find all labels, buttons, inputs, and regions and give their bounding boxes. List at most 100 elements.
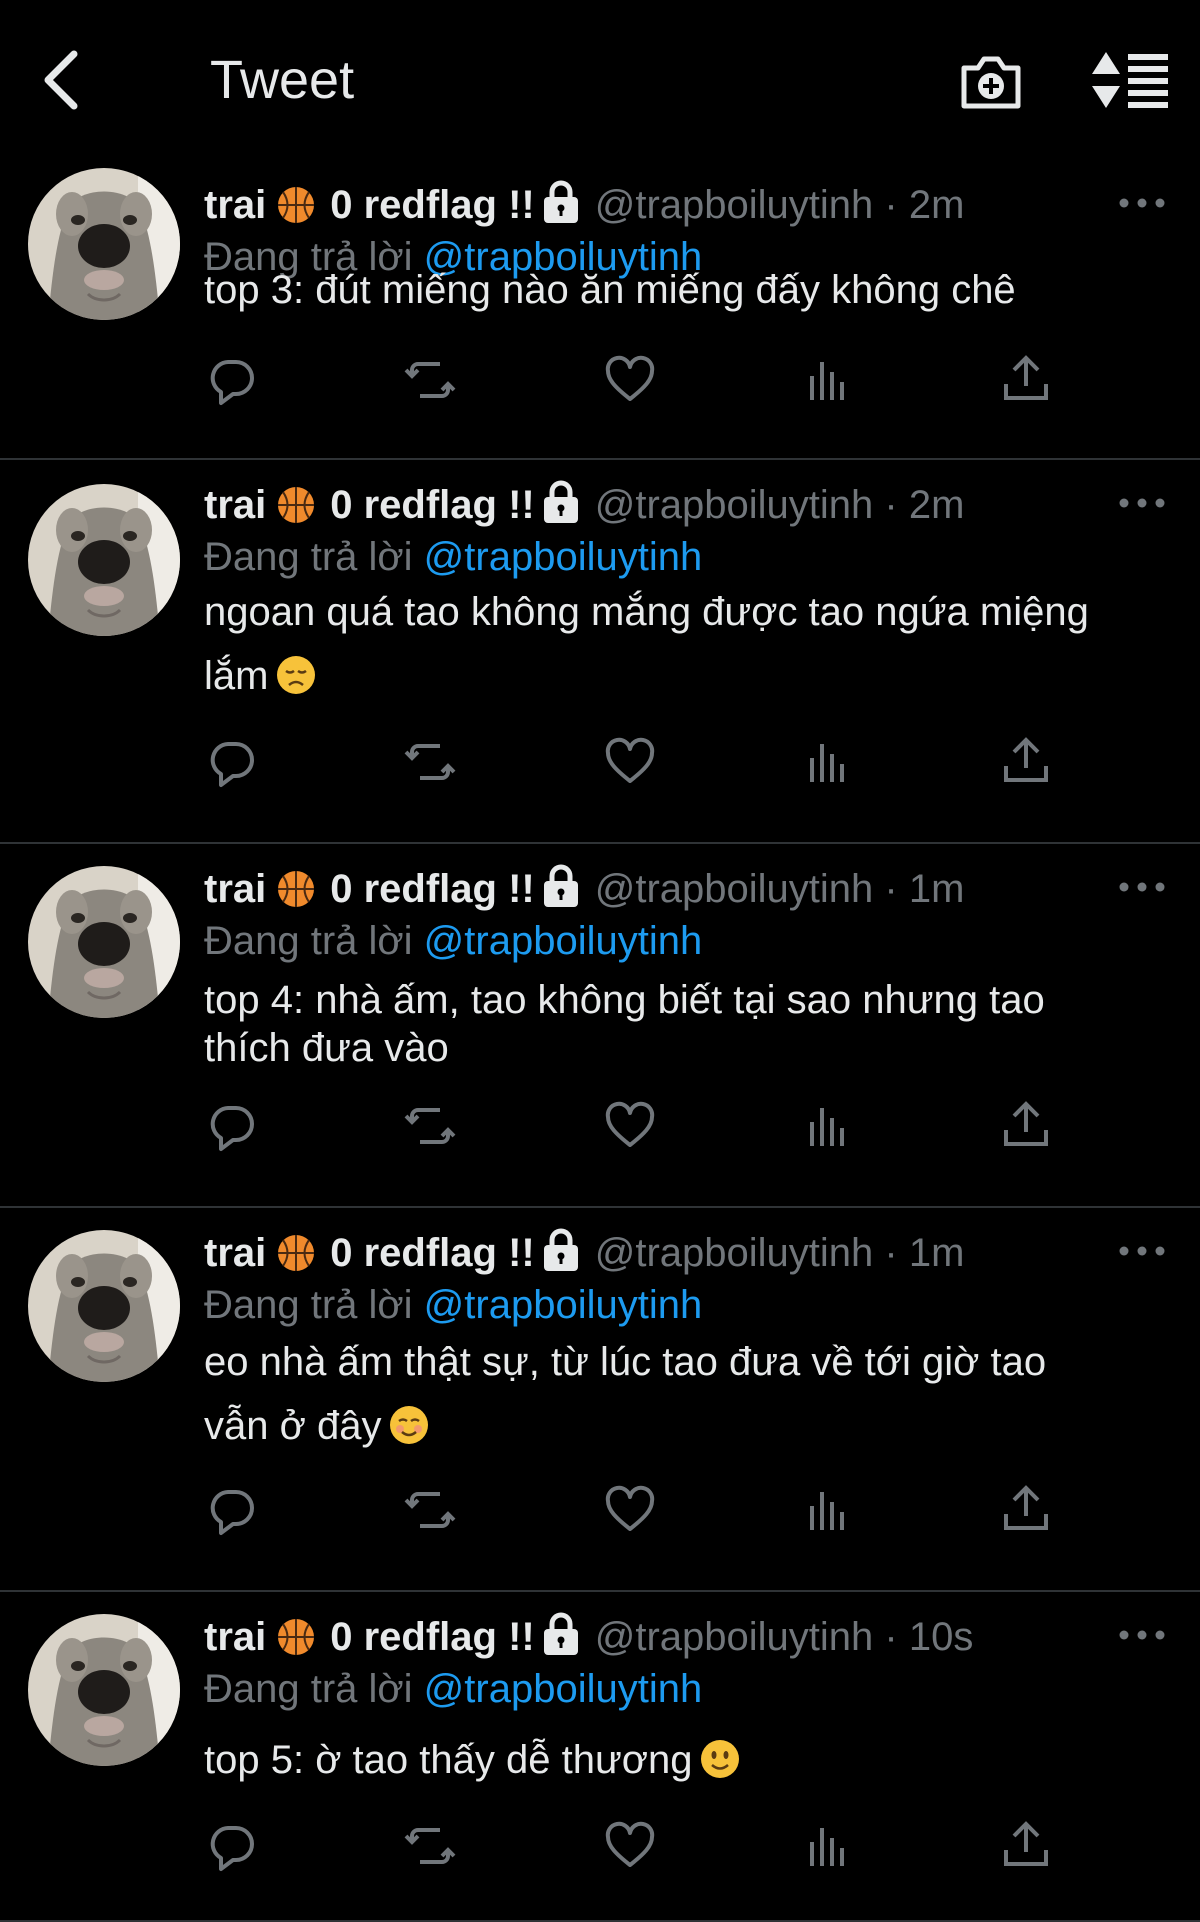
replying-to-mention[interactable]: @trapboiluytinh bbox=[424, 919, 703, 963]
reply-icon[interactable] bbox=[204, 1098, 260, 1154]
basketball-icon bbox=[276, 1617, 316, 1657]
avatar[interactable] bbox=[28, 168, 180, 320]
tweet-text-line: top 5: ờ tao thấy dễ thương bbox=[204, 1735, 1164, 1785]
retweet-icon[interactable] bbox=[402, 352, 458, 408]
handle[interactable]: @trapboiluytinh bbox=[595, 183, 874, 227]
display-name-suffix[interactable]: 0 redflag !! bbox=[330, 183, 534, 227]
views-icon[interactable] bbox=[800, 352, 856, 408]
avatar[interactable] bbox=[28, 1230, 180, 1382]
replying-to-mention[interactable]: @trapboiluytinh bbox=[424, 1667, 703, 1711]
like-icon[interactable] bbox=[602, 352, 658, 408]
lock-icon bbox=[541, 480, 581, 524]
timestamp[interactable]: 1m bbox=[909, 867, 965, 911]
timestamp[interactable]: 10s bbox=[909, 1615, 974, 1659]
views-icon[interactable] bbox=[800, 1818, 856, 1874]
tweet-reply[interactable]: trai 0 redflag !! @trapboiluytinh · 2m Đang… bbox=[0, 160, 1200, 460]
more-options-icon[interactable] bbox=[1114, 1620, 1170, 1650]
share-icon[interactable] bbox=[998, 1098, 1054, 1154]
share-icon[interactable] bbox=[998, 1818, 1054, 1874]
display-name[interactable]: trai bbox=[204, 183, 266, 227]
tweet-text: top 5: ờ tao thấy dễ thương bbox=[204, 1738, 693, 1782]
disappointed-face-icon bbox=[276, 655, 316, 695]
retweet-icon[interactable] bbox=[402, 734, 458, 790]
replying-to-label: Đang trả lời bbox=[204, 919, 413, 963]
display-name-suffix[interactable]: 0 redflag !! bbox=[330, 1615, 534, 1659]
like-icon[interactable] bbox=[602, 1098, 658, 1154]
views-icon[interactable] bbox=[800, 734, 856, 790]
timestamp[interactable]: 2m bbox=[909, 483, 965, 527]
like-icon[interactable] bbox=[602, 1482, 658, 1538]
handle[interactable]: @trapboiluytinh bbox=[595, 867, 874, 911]
handle[interactable]: @trapboiluytinh bbox=[595, 1231, 874, 1275]
more-options-icon[interactable] bbox=[1114, 1236, 1170, 1266]
handle[interactable]: @trapboiluytinh bbox=[595, 483, 874, 527]
replying-to: Đang trả lời @trapboiluytinh bbox=[204, 1664, 702, 1714]
avatar[interactable] bbox=[28, 1614, 180, 1766]
slightly-smiling-face-icon bbox=[700, 1739, 740, 1779]
basketball-icon bbox=[276, 869, 316, 909]
separator-dot: · bbox=[873, 1231, 909, 1275]
avatar[interactable] bbox=[28, 866, 180, 1018]
top-bar: Tweet bbox=[0, 0, 1200, 160]
tweet-text-line: top 4: nhà ấm, tao không biết tại sao nh… bbox=[204, 975, 1164, 1025]
lock-icon bbox=[541, 1612, 581, 1656]
tweet-reply[interactable]: trai 0 redflag !! @trapboiluytinh · 10s Đan… bbox=[0, 1592, 1200, 1922]
add-photo-icon[interactable] bbox=[958, 48, 1024, 114]
share-icon[interactable] bbox=[998, 1482, 1054, 1538]
tweet-actions bbox=[204, 1482, 1104, 1542]
like-icon[interactable] bbox=[602, 1818, 658, 1874]
display-name-suffix[interactable]: 0 redflag !! bbox=[330, 483, 534, 527]
tweet-text: thích đưa vào bbox=[204, 1026, 449, 1070]
tweet-actions bbox=[204, 1818, 1104, 1878]
like-icon[interactable] bbox=[602, 734, 658, 790]
tweet-text-line: eo nhà ấm thật sự, từ lúc tao đưa về tới… bbox=[204, 1337, 1164, 1387]
tweet-text-line: top 3: đút miếng nào ăn miếng đấy không … bbox=[204, 265, 1164, 315]
reply-icon[interactable] bbox=[204, 1818, 260, 1874]
reply-icon[interactable] bbox=[204, 734, 260, 790]
tweet-actions bbox=[204, 352, 1104, 412]
tweet-reply[interactable]: trai 0 redflag !! @trapboiluytinh · 1m Đang… bbox=[0, 844, 1200, 1208]
tweet-text-line: thích đưa vào bbox=[204, 1023, 1164, 1073]
basketball-icon bbox=[276, 485, 316, 525]
replying-to-mention[interactable]: @trapboiluytinh bbox=[424, 535, 703, 579]
avatar[interactable] bbox=[28, 484, 180, 636]
replying-to: Đang trả lời @trapboiluytinh bbox=[204, 1280, 702, 1330]
display-name[interactable]: trai bbox=[204, 1615, 266, 1659]
separator-dot: · bbox=[873, 483, 909, 527]
replying-to-mention[interactable]: @trapboiluytinh bbox=[424, 1283, 703, 1327]
more-options-icon[interactable] bbox=[1114, 488, 1170, 518]
display-name[interactable]: trai bbox=[204, 1231, 266, 1275]
share-icon[interactable] bbox=[998, 734, 1054, 790]
tweet-reply[interactable]: trai 0 redflag !! @trapboiluytinh · 1m Đang… bbox=[0, 1208, 1200, 1592]
retweet-icon[interactable] bbox=[402, 1482, 458, 1538]
more-options-icon[interactable] bbox=[1114, 188, 1170, 218]
display-name-suffix[interactable]: 0 redflag !! bbox=[330, 1231, 534, 1275]
retweet-icon[interactable] bbox=[402, 1098, 458, 1154]
views-icon[interactable] bbox=[800, 1098, 856, 1154]
handle[interactable]: @trapboiluytinh bbox=[595, 1615, 874, 1659]
tweet-actions bbox=[204, 734, 1104, 794]
separator-dot: · bbox=[873, 183, 909, 227]
share-icon[interactable] bbox=[998, 352, 1054, 408]
display-name[interactable]: trai bbox=[204, 483, 266, 527]
reply-icon[interactable] bbox=[204, 352, 260, 408]
tweet-text: top 4: nhà ấm, tao không biết tại sao nh… bbox=[204, 978, 1045, 1022]
retweet-icon[interactable] bbox=[402, 1818, 458, 1874]
display-name-suffix[interactable]: 0 redflag !! bbox=[330, 867, 534, 911]
timestamp[interactable]: 2m bbox=[909, 183, 965, 227]
separator-dot: · bbox=[873, 1615, 909, 1659]
sort-replies-icon[interactable] bbox=[1090, 48, 1170, 114]
back-arrow-icon[interactable] bbox=[36, 44, 92, 116]
author-line: trai 0 redflag !! @trapboiluytinh · 2m bbox=[204, 180, 964, 230]
tweet-text: top 3: đút miếng nào ăn miếng đấy không … bbox=[204, 268, 1016, 312]
author-line: trai 0 redflag !! @trapboiluytinh · 2m bbox=[204, 480, 964, 530]
reply-icon[interactable] bbox=[204, 1482, 260, 1538]
tweet-reply[interactable]: trai 0 redflag !! @trapboiluytinh · 2m Đang… bbox=[0, 460, 1200, 844]
display-name[interactable]: trai bbox=[204, 867, 266, 911]
more-options-icon[interactable] bbox=[1114, 872, 1170, 902]
separator-dot: · bbox=[873, 867, 909, 911]
views-icon[interactable] bbox=[800, 1482, 856, 1538]
timestamp[interactable]: 1m bbox=[909, 1231, 965, 1275]
tweet-text-line: ngoan quá tao không mắng được tao ngứa m… bbox=[204, 587, 1164, 637]
basketball-icon bbox=[276, 1233, 316, 1273]
